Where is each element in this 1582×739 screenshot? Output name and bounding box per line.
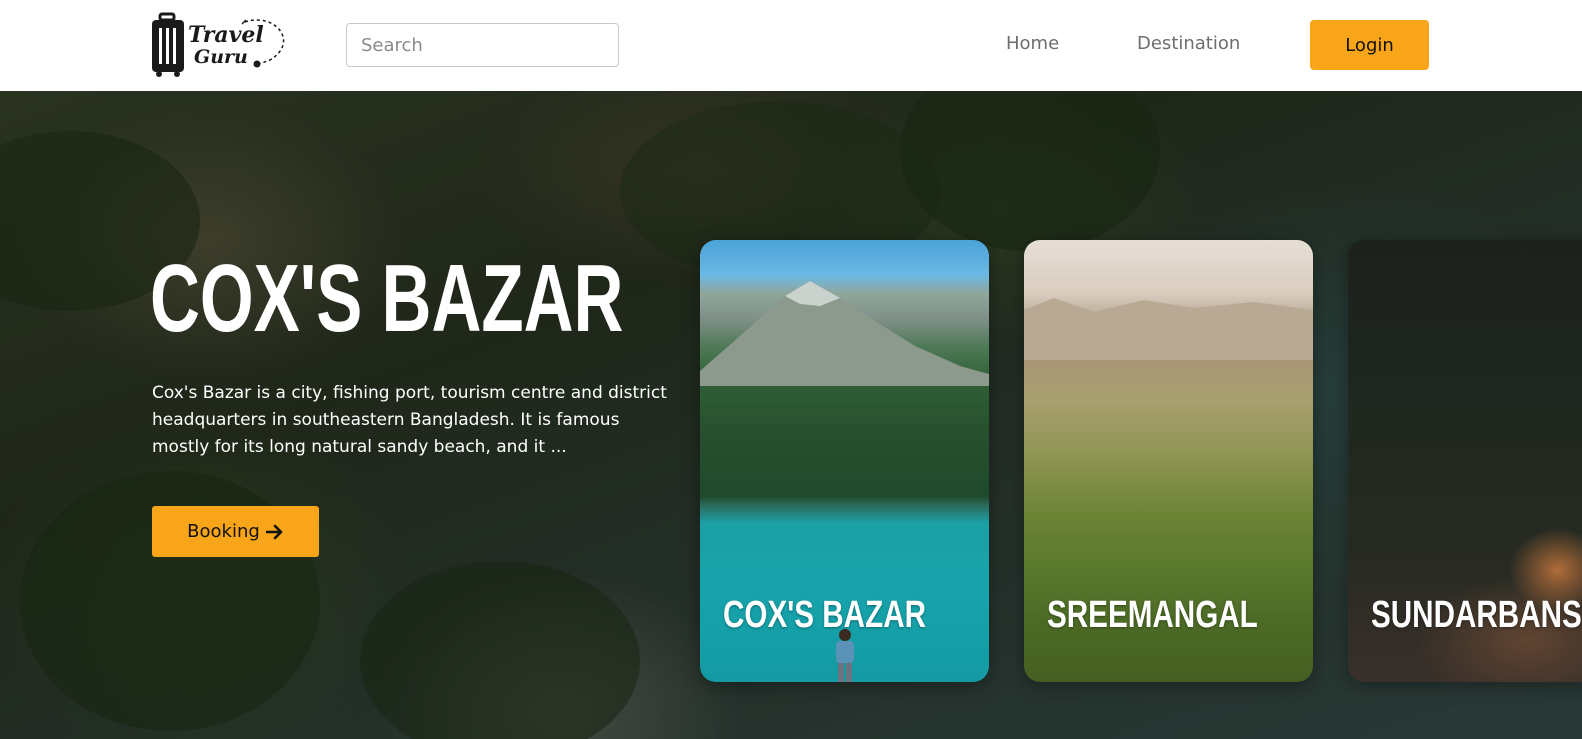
- hero-description: Cox's Bazar is a city, fishing port, tou…: [152, 383, 667, 457]
- search-input[interactable]: [346, 23, 619, 67]
- nav-destination-link[interactable]: Destination: [1137, 33, 1240, 54]
- hero-title: COX'S BAZAR: [150, 245, 624, 352]
- site-header: Travel Guru Home Destination Login: [0, 0, 1582, 91]
- hero-section: COX'S BAZAR Cox's Bazar is a city, fishi…: [0, 91, 1582, 739]
- logo-word-guru: Guru: [194, 46, 248, 68]
- booking-button[interactable]: Booking: [152, 506, 319, 557]
- destination-card-sreemangal[interactable]: SREEMANGAL: [1024, 240, 1313, 682]
- travel-guru-logo[interactable]: Travel Guru: [150, 12, 292, 78]
- mountain-image: [700, 281, 989, 386]
- card-label: COX'S BAZAR: [723, 594, 927, 636]
- nav-home-link[interactable]: Home: [1006, 33, 1059, 54]
- hiker-figure: [836, 629, 854, 682]
- booking-label: Booking: [187, 521, 260, 542]
- card-label: SREEMANGAL: [1047, 594, 1258, 636]
- arrow-right-icon: [265, 524, 283, 539]
- login-button[interactable]: Login: [1310, 20, 1429, 70]
- destination-card-sundarbans[interactable]: SUNDARBANS: [1348, 240, 1582, 682]
- destination-card-coxs-bazar[interactable]: COX'S BAZAR: [700, 240, 989, 682]
- logo-word-travel: Travel: [188, 22, 264, 48]
- logo-wordmark: Travel Guru: [188, 24, 264, 67]
- card-label: SUNDARBANS: [1371, 594, 1582, 636]
- hills-image: [1024, 298, 1313, 360]
